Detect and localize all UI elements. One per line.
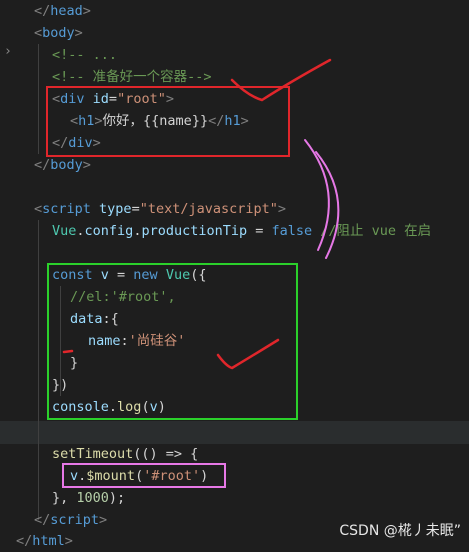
code-line-11: Vue.config.productionTip = false //阻止 vu…: [52, 223, 432, 239]
code-line-13: const v = new Vue({: [52, 267, 207, 283]
code-line-1: </head>: [34, 3, 91, 19]
indent-guide: [38, 220, 39, 520]
code-line-16: name:'尚硅谷': [88, 333, 186, 349]
code-line-14: //el:'#root',: [70, 289, 176, 305]
code-line-19: console.log(v): [52, 399, 166, 415]
code-line-5: <div id="root">: [52, 91, 174, 107]
red-check-mark-top: [230, 58, 332, 102]
code-line-24: </script>: [34, 512, 108, 528]
code-line-6: <h1>你好，{{name}}</h1>: [70, 113, 249, 129]
code-line-25: </html>: [16, 533, 73, 549]
code-line-7: </div>: [52, 135, 101, 151]
indent-guide: [38, 44, 39, 154]
red-check-mark-data: [216, 338, 280, 370]
code-line-2: <body>: [34, 25, 83, 41]
code-line-4: <!-- 准备好一个容器-->: [52, 69, 212, 85]
code-line-23: }, 1000);: [52, 490, 126, 506]
code-line-3: <!-- ...: [52, 47, 118, 63]
editor-gutter: [0, 0, 20, 550]
code-line-10: <script type="text/javascript">: [34, 201, 287, 217]
current-line-highlight: [0, 421, 469, 444]
code-line-17: }: [70, 355, 79, 371]
fold-chevron-icon[interactable]: ›: [4, 44, 12, 59]
pink-arc-mark-2: [315, 151, 340, 259]
code-line-21: setTimeout(() => {: [52, 446, 199, 462]
code-line-22: v.$mount('#root'): [70, 468, 209, 484]
code-line-15: data:{: [70, 311, 119, 327]
watermark: CSDN @椛丿未眠”: [339, 523, 461, 539]
code-line-8: </body>: [34, 157, 91, 173]
code-line-18: }): [52, 377, 69, 393]
